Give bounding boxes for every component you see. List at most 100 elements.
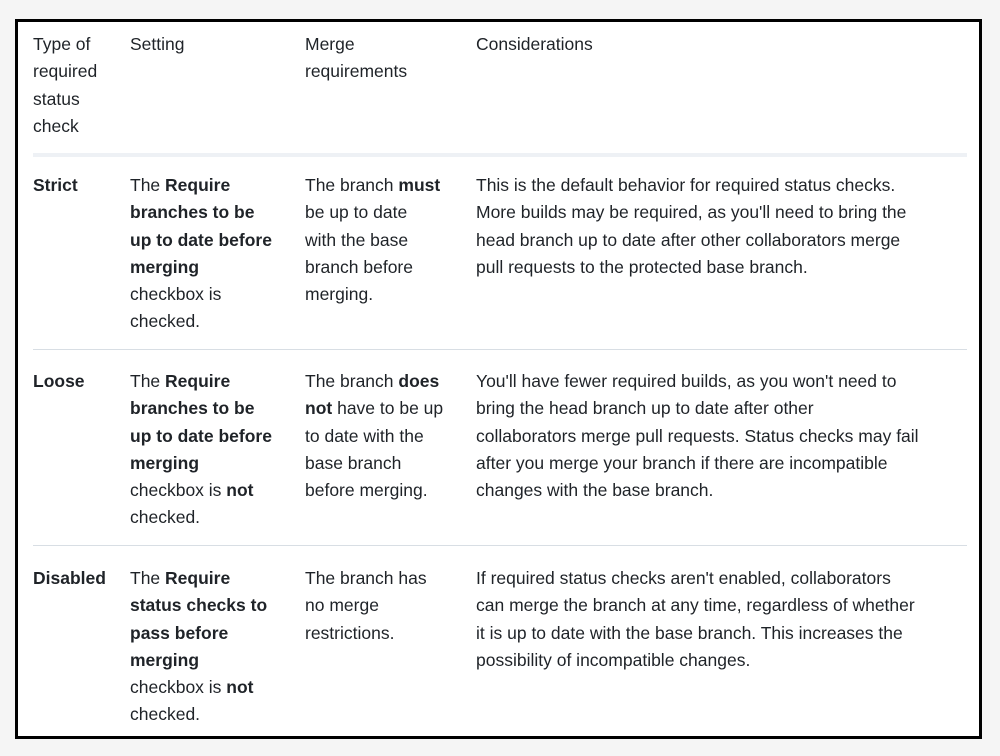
text-line: head branch up to date after other colla… xyxy=(476,229,901,250)
bold-text: pass before xyxy=(130,622,229,643)
text-line: If required status checks aren't enabled… xyxy=(476,568,891,588)
text-line: Merge xyxy=(305,34,355,54)
status-check-table: Type of required status check Setting Merge… xyxy=(15,19,982,739)
header-merge-requirements: Merge requirements xyxy=(305,31,407,86)
text-line: can merge the branch at any time, regard… xyxy=(476,595,915,616)
text: no merge xyxy=(305,595,379,616)
text-line: before merging. xyxy=(305,477,443,504)
text: base branch xyxy=(305,452,402,473)
text-line: The Require xyxy=(130,368,272,395)
text-line: checked. xyxy=(130,504,272,531)
text-line: merging xyxy=(130,647,267,674)
text-line: The branch must xyxy=(305,172,440,199)
row-type: Disabled xyxy=(33,568,106,588)
row-type: Strict xyxy=(33,175,78,195)
text-line: requirements xyxy=(305,61,408,82)
text-line: You'll have fewer required builds, as yo… xyxy=(476,371,897,391)
bold-text: not xyxy=(305,398,333,419)
text: branch before xyxy=(305,256,413,277)
text: The branch xyxy=(305,175,399,195)
bold-text: does xyxy=(398,371,440,391)
text: checked. xyxy=(130,311,201,332)
text: The xyxy=(130,568,166,588)
text-line: collaborators merge pull requests. Statu… xyxy=(476,425,919,446)
text-line: check xyxy=(33,115,79,136)
text: before merging. xyxy=(305,480,428,501)
text-line: checked. xyxy=(130,701,267,728)
text-line: it is up to date with the base branch. T… xyxy=(476,622,903,643)
row-merge: The branch has no merge restrictions. xyxy=(305,565,427,647)
text-line: checkbox is not xyxy=(130,477,272,504)
text: have to be up xyxy=(332,398,444,419)
text: checked. xyxy=(130,507,201,528)
text: checkbox is xyxy=(130,480,227,501)
text: The branch has xyxy=(305,568,427,588)
text: be up to date xyxy=(305,202,408,223)
text: checkbox is xyxy=(130,284,222,305)
text: checked. xyxy=(130,704,201,725)
text-line: branches to be xyxy=(130,199,272,226)
text-line: up to date before xyxy=(130,227,272,254)
text-line: The branch does xyxy=(305,368,443,395)
bold-text: Require xyxy=(165,371,231,391)
text-line: possibility of incompatible changes. xyxy=(476,649,751,670)
bold-text: merging xyxy=(130,649,200,670)
header-type: Type of required status check xyxy=(33,31,97,140)
row-considerations: You'll have fewer required builds, as yo… xyxy=(476,368,919,504)
text-line: The Require xyxy=(130,565,267,592)
row-considerations: This is the default behavior for require… xyxy=(476,172,906,281)
text: The xyxy=(130,175,166,195)
text-line: merging xyxy=(130,254,272,281)
row-considerations: If required status checks aren't enabled… xyxy=(476,565,915,674)
text-line: checkbox is xyxy=(130,281,272,308)
text-line: More builds may be required, as you'll n… xyxy=(476,202,907,223)
text-line: status checks to xyxy=(130,592,267,619)
text-line: to date with the xyxy=(305,423,443,450)
row-setting: The Require branches to be up to date befo… xyxy=(130,368,272,532)
text-line: required xyxy=(33,61,98,82)
text: merging. xyxy=(305,284,374,305)
bold-text: branches to be xyxy=(130,202,255,223)
text-line: up to date before xyxy=(130,423,272,450)
text-line: This is the default behavior for require… xyxy=(476,175,896,195)
text-line: base branch xyxy=(305,450,443,477)
header-divider xyxy=(33,153,967,157)
text-line: not have to be up xyxy=(305,395,443,422)
bold-text: not xyxy=(226,677,254,698)
text-line: The Require xyxy=(130,172,272,199)
text-line: Considerations xyxy=(476,34,593,54)
bold-text: must xyxy=(398,175,441,195)
bold-text: up to date before xyxy=(130,425,272,446)
bold-text: status checks to xyxy=(130,595,268,616)
row-merge: The branch does not have to be up to date … xyxy=(305,368,443,504)
header-considerations: Considerations xyxy=(476,31,593,58)
text-line: branches to be xyxy=(130,395,272,422)
bold-text: merging xyxy=(130,452,200,473)
bold-text: Require xyxy=(165,175,231,195)
text-line: The branch has xyxy=(305,565,427,592)
bold-text: not xyxy=(226,480,254,501)
row-setting: The Require status checks to pass before me… xyxy=(130,565,267,729)
text-line: checked. xyxy=(130,308,272,335)
text-line: merging. xyxy=(305,281,440,308)
text-line: no merge xyxy=(305,592,427,619)
bold-text: Require xyxy=(165,568,231,588)
text: The branch xyxy=(305,371,399,391)
text-line: after you merge your branch if there are… xyxy=(476,452,888,473)
text-line: status xyxy=(33,88,80,109)
text-line: checkbox is not xyxy=(130,674,267,701)
text: to date with the xyxy=(305,425,424,446)
row-type: Loose xyxy=(33,371,85,391)
text-line: bring the head branch up to date after o… xyxy=(476,398,814,419)
row-divider xyxy=(33,545,967,546)
text: The xyxy=(130,371,166,391)
text: restrictions. xyxy=(305,622,395,643)
header-setting: Setting xyxy=(130,31,184,58)
row-setting: The Require branches to be up to date befo… xyxy=(130,172,272,336)
bold-text: up to date before xyxy=(130,229,272,250)
bold-text: branches to be xyxy=(130,398,255,419)
text: checkbox is xyxy=(130,677,227,698)
text-line: Type of xyxy=(33,34,91,54)
text-line: pass before xyxy=(130,620,267,647)
text-line: restrictions. xyxy=(305,620,427,647)
